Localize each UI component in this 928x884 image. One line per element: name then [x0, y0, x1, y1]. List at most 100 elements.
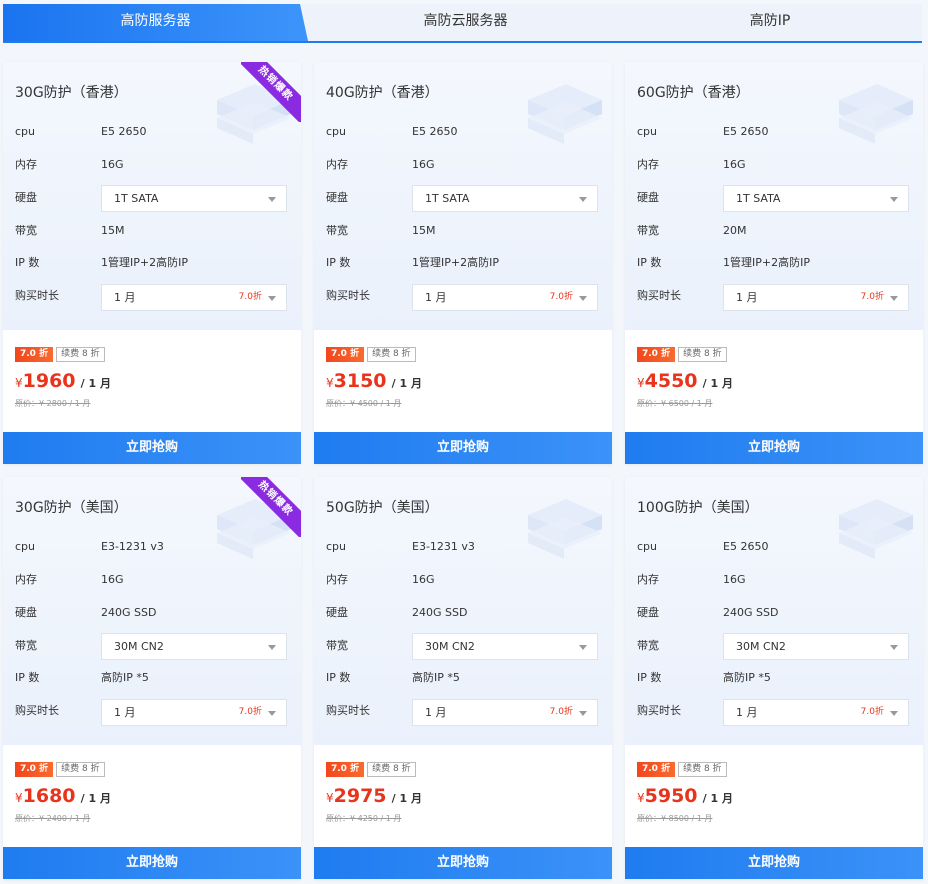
spec-value: 240G SSD	[412, 606, 468, 619]
spec-disk: 硬盘 240G SSD	[15, 600, 156, 626]
original-price: 原价：¥ 6500 / 1 月	[637, 399, 713, 408]
hot-sale-label: 热销爆款	[241, 477, 301, 537]
spec-label: 内存	[15, 158, 37, 171]
select-value: 30M CN2	[736, 640, 786, 653]
spec-disk: 硬盘	[15, 185, 101, 211]
spec-label: 硬盘	[326, 191, 348, 204]
spec-label: cpu	[637, 125, 658, 138]
discount-badges: 7.0 折续费 8 折	[637, 347, 727, 362]
spec-duration: 购买时长	[15, 283, 101, 309]
spec-label: 硬盘	[326, 606, 348, 619]
spec-bandwidth: 带宽	[15, 633, 101, 659]
duration-select[interactable]: 1 月 7.0折	[723, 284, 909, 311]
spec-value: 16G	[101, 573, 124, 586]
server-illustration-icon	[839, 84, 913, 144]
duration-select[interactable]: 1 月 7.0折	[412, 699, 598, 726]
spec-select[interactable]: 30M CN2	[101, 633, 287, 660]
spec-value: 1管理IP+2高防IP	[101, 256, 188, 269]
spec-label: IP 数	[326, 671, 351, 684]
spec-memory: 内存 16G	[15, 567, 124, 593]
spec-disk: 硬盘 240G SSD	[637, 600, 778, 626]
spec-label: IP 数	[15, 256, 40, 269]
spec-label: cpu	[637, 540, 658, 553]
price-value: 1680	[22, 785, 76, 807]
discount-badges: 7.0 折续费 8 折	[15, 762, 105, 777]
product-card: 热销爆款 30G防护（香港） cpu E5 2650 内存 16G 硬盘 带宽 15M…	[3, 62, 301, 464]
price: ¥2975 / 1 月	[326, 785, 422, 807]
spec-value: E3-1231 v3	[101, 540, 164, 553]
spec-select[interactable]: 1T SATA	[723, 185, 909, 212]
spec-value: E5 2650	[412, 125, 458, 138]
spec-bandwidth: 带宽	[637, 633, 723, 659]
spec-select[interactable]: 30M CN2	[412, 633, 598, 660]
currency: ¥	[637, 791, 645, 805]
card-title: 30G防护（美国）	[15, 500, 128, 516]
card-title: 30G防护（香港）	[15, 85, 128, 101]
price-unit: / 1 月	[391, 377, 422, 390]
spec-label: 购买时长	[15, 289, 59, 302]
product-card: 60G防护（香港） cpu E5 2650 内存 16G 硬盘 带宽 20M IP 数…	[625, 62, 923, 464]
select-value: 1 月	[425, 291, 447, 304]
buy-now-button[interactable]: 立即抢购	[3, 847, 301, 879]
spec-disk: 硬盘	[326, 185, 412, 211]
spec-select[interactable]: 30M CN2	[723, 633, 909, 660]
spec-value: 15M	[101, 224, 125, 237]
hot-sale-ribbon: 热销爆款	[241, 477, 301, 537]
spec-label: 购买时长	[637, 704, 681, 717]
spec-cpu: cpu E5 2650	[15, 119, 146, 145]
spec-label: cpu	[15, 540, 36, 553]
price: ¥1680 / 1 月	[15, 785, 111, 807]
price-unit: / 1 月	[80, 792, 111, 805]
price: ¥3150 / 1 月	[326, 370, 422, 392]
product-card: 50G防护（美国） cpu E3-1231 v3 内存 16G 硬盘 240G SSD…	[314, 477, 612, 879]
currency: ¥	[15, 376, 23, 390]
spec-value: 16G	[412, 573, 435, 586]
price-value: 2975	[333, 785, 387, 807]
spec-label: 内存	[637, 573, 659, 586]
spec-select[interactable]: 1T SATA	[412, 185, 598, 212]
buy-now-button[interactable]: 立即抢购	[314, 847, 612, 879]
spec-duration: 购买时长	[326, 698, 412, 724]
duration-select[interactable]: 1 月 7.0折	[412, 284, 598, 311]
tab-ddos-server[interactable]: 高防服务器	[3, 4, 308, 41]
spec-label: 内存	[15, 573, 37, 586]
server-illustration-icon	[839, 499, 913, 559]
price: ¥1960 / 1 月	[15, 370, 111, 392]
spec-bandwidth: 带宽	[326, 633, 412, 659]
renew-badge: 续费 8 折	[56, 762, 105, 777]
duration-discount: 7.0折	[549, 707, 573, 717]
tab-ddos-cloud-server[interactable]: 高防云服务器	[313, 4, 618, 41]
renew-badge: 续费 8 折	[367, 347, 416, 362]
price-unit: / 1 月	[702, 792, 733, 805]
spec-label: IP 数	[637, 256, 662, 269]
buy-now-button[interactable]: 立即抢购	[314, 432, 612, 464]
chevron-down-icon	[890, 711, 898, 716]
tab-ddos-ip[interactable]: 高防IP	[618, 4, 922, 41]
spec-value: E5 2650	[101, 125, 147, 138]
spec-bandwidth: 带宽 15M	[326, 218, 436, 244]
spec-value: 20M	[723, 224, 747, 237]
card-title: 50G防护（美国）	[326, 500, 439, 516]
buy-now-button[interactable]: 立即抢购	[625, 432, 923, 464]
chevron-down-icon	[890, 645, 898, 650]
price-value: 1960	[22, 370, 76, 392]
original-price: 原价：¥ 2400 / 1 月	[15, 814, 91, 823]
buy-now-button[interactable]: 立即抢购	[625, 847, 923, 879]
duration-select[interactable]: 1 月 7.0折	[101, 284, 287, 311]
hot-sale-label: 热销爆款	[241, 62, 301, 122]
price-value: 3150	[333, 370, 387, 392]
select-value: 1 月	[736, 291, 758, 304]
duration-select[interactable]: 1 月 7.0折	[723, 699, 909, 726]
spec-label: 带宽	[15, 639, 37, 652]
chevron-down-icon	[579, 197, 587, 202]
buy-now-button[interactable]: 立即抢购	[3, 432, 301, 464]
renew-badge: 续费 8 折	[678, 347, 727, 362]
spec-cpu: cpu E5 2650	[326, 119, 457, 145]
spec-duration: 购买时长	[326, 283, 412, 309]
spec-memory: 内存 16G	[15, 152, 124, 178]
duration-discount: 7.0折	[238, 292, 262, 302]
duration-select[interactable]: 1 月 7.0折	[101, 699, 287, 726]
discount-badge: 7.0 折	[326, 347, 365, 362]
spec-duration: 购买时长	[15, 698, 101, 724]
spec-select[interactable]: 1T SATA	[101, 185, 287, 212]
